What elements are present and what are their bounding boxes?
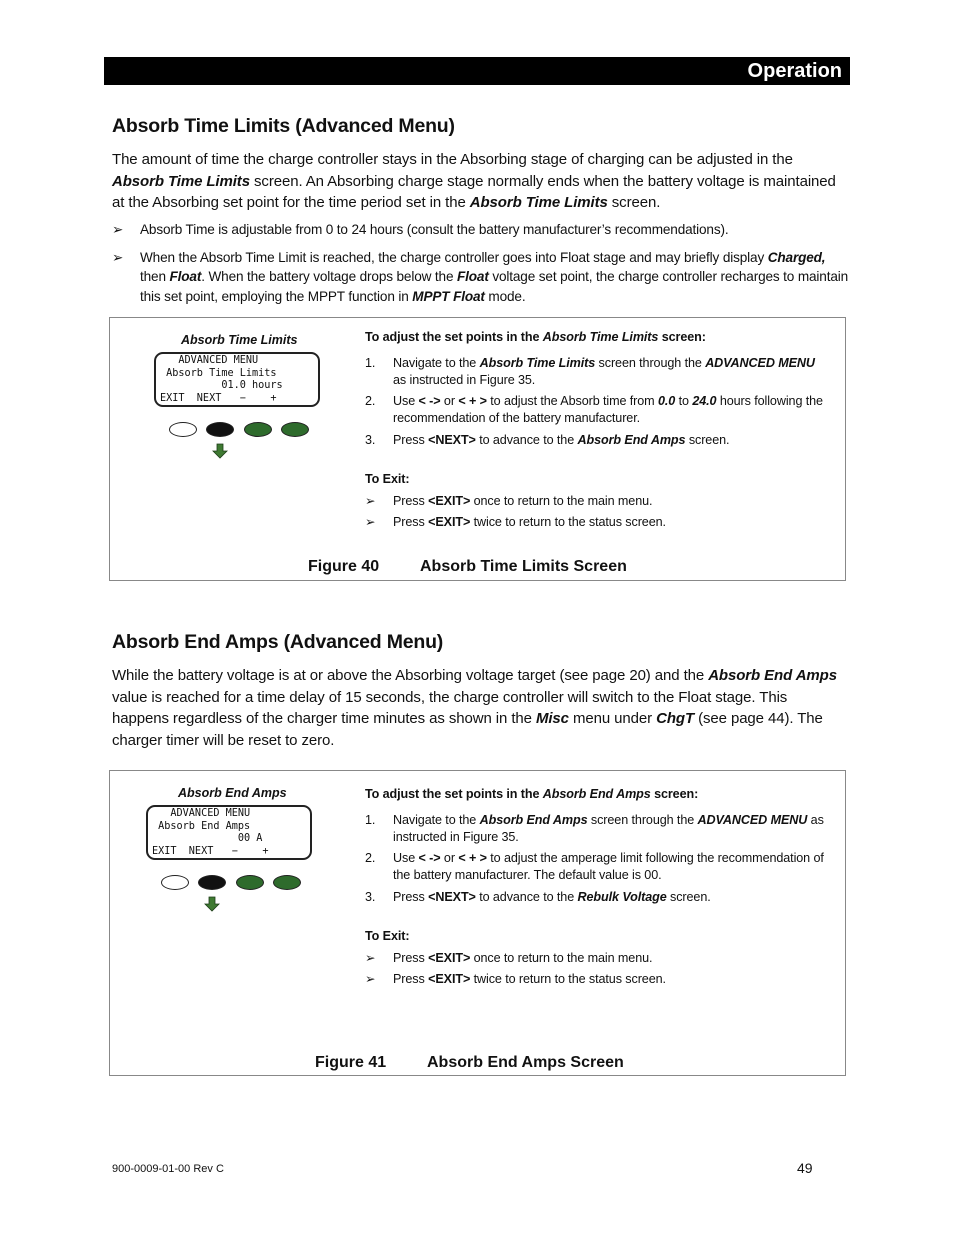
exit-button-icon[interactable] (161, 875, 189, 890)
bullet-arrow-icon: ➢ (365, 493, 376, 508)
figure-41-box: Absorb End Amps ADVANCED MENU Absorb End… (109, 770, 846, 1076)
lcd-line: 01.0 hours (160, 380, 283, 391)
lcd-display: ADVANCED MENU Absorb End Amps 00 A EXIT … (146, 805, 312, 860)
section-header-bar: Operation (104, 57, 850, 85)
intro-paragraph-1: The amount of time the charge controller… (112, 151, 836, 211)
step-item: 2. Use < -> or < + > to adjust the Absorb… (365, 394, 823, 426)
minus-button-icon[interactable] (244, 422, 272, 437)
bullet-list-1: ➢ Absorb Time is adjustable from 0 to 24 … (112, 220, 852, 314)
step-item: 1. Navigate to the Absorb Time Limits scr… (365, 355, 815, 387)
step-item: 3. Press <NEXT> to advance to the Rebulk … (365, 889, 711, 904)
minus-button-icon[interactable] (236, 875, 264, 890)
step-item: 2. Use < -> or < + > to adjust the ampera… (365, 851, 824, 883)
lcd-line: EXIT NEXT − + (152, 845, 269, 857)
instructions-heading: To adjust the set points in the Absorb T… (365, 330, 706, 344)
heading-absorb-time-limits: Absorb Time Limits (Advanced Menu) (112, 115, 455, 137)
plus-button-icon[interactable] (281, 422, 309, 437)
lcd-line: Absorb End Amps (152, 820, 251, 832)
intro-paragraph-2: While the battery voltage is at or above… (112, 667, 837, 749)
lcd-line: ADVANCED MENU (160, 355, 259, 366)
next-button-icon[interactable] (206, 422, 234, 437)
instructions-heading: To adjust the set points in the Absorb E… (365, 787, 699, 801)
exit-heading: To Exit: (365, 928, 410, 943)
lcd-display: ADVANCED MENU Absorb Time Limits 01.0 ho… (154, 352, 320, 407)
bullet-arrow-icon: ➢ (365, 972, 376, 987)
document-number: 900-0009-01-00 Rev C (112, 1163, 224, 1175)
bullet-item: ➢ When the Absorb Time Limit is reached, … (112, 249, 849, 304)
exit-item: ➢ Press <EXIT> twice to return to the sta… (365, 972, 666, 987)
bullet-arrow-icon: ➢ (112, 249, 124, 265)
lcd-caption: Absorb End Amps (178, 786, 287, 800)
bullet-item: ➢ Absorb Time is adjustable from 0 to 24 … (112, 220, 852, 240)
step-item: 1. Navigate to the Absorb End Amps screen… (365, 812, 824, 844)
heading-absorb-end-amps: Absorb End Amps (Advanced Menu) (112, 631, 444, 653)
exit-item: ➢ Press <EXIT> twice to return to the sta… (365, 515, 666, 530)
plus-button-icon[interactable] (273, 875, 301, 890)
figure-40-box: Absorb Time Limits ADVANCED MENU Absorb … (109, 317, 846, 581)
exit-button-icon[interactable] (169, 422, 197, 437)
lcd-line: 00 A (152, 833, 263, 844)
instructions-41: To adjust the set points in the Absorb E… (365, 786, 825, 993)
section-title: Operation (747, 60, 842, 82)
bullet-arrow-icon: ➢ (365, 950, 376, 965)
instructions-40: To adjust the set points in the Absorb T… (365, 329, 825, 536)
exit-heading: To Exit: (365, 471, 410, 486)
bullet-arrow-icon: ➢ (365, 515, 376, 530)
exit-item: ➢ Press <EXIT> once to return to the main… (365, 493, 653, 508)
down-arrow-icon (204, 896, 220, 912)
step-item: 3. Press <NEXT> to advance to the Absorb … (365, 432, 730, 447)
lcd-line: ADVANCED MENU (152, 808, 251, 819)
lcd-line: Absorb Time Limits (160, 367, 277, 379)
figure-caption: Figure 41 Absorb End Amps Screen (315, 1054, 624, 1071)
page-number: 49 (797, 1160, 813, 1176)
lcd-caption: Absorb Time Limits (181, 333, 298, 347)
lcd-line: EXIT NEXT − + (160, 392, 277, 404)
down-arrow-icon (212, 443, 228, 459)
bullet-arrow-icon: ➢ (112, 222, 124, 237)
figure-caption: Figure 40 Absorb Time Limits Screen (308, 558, 627, 575)
next-button-icon[interactable] (198, 875, 226, 890)
exit-item: ➢ Press <EXIT> once to return to the main… (365, 950, 653, 965)
